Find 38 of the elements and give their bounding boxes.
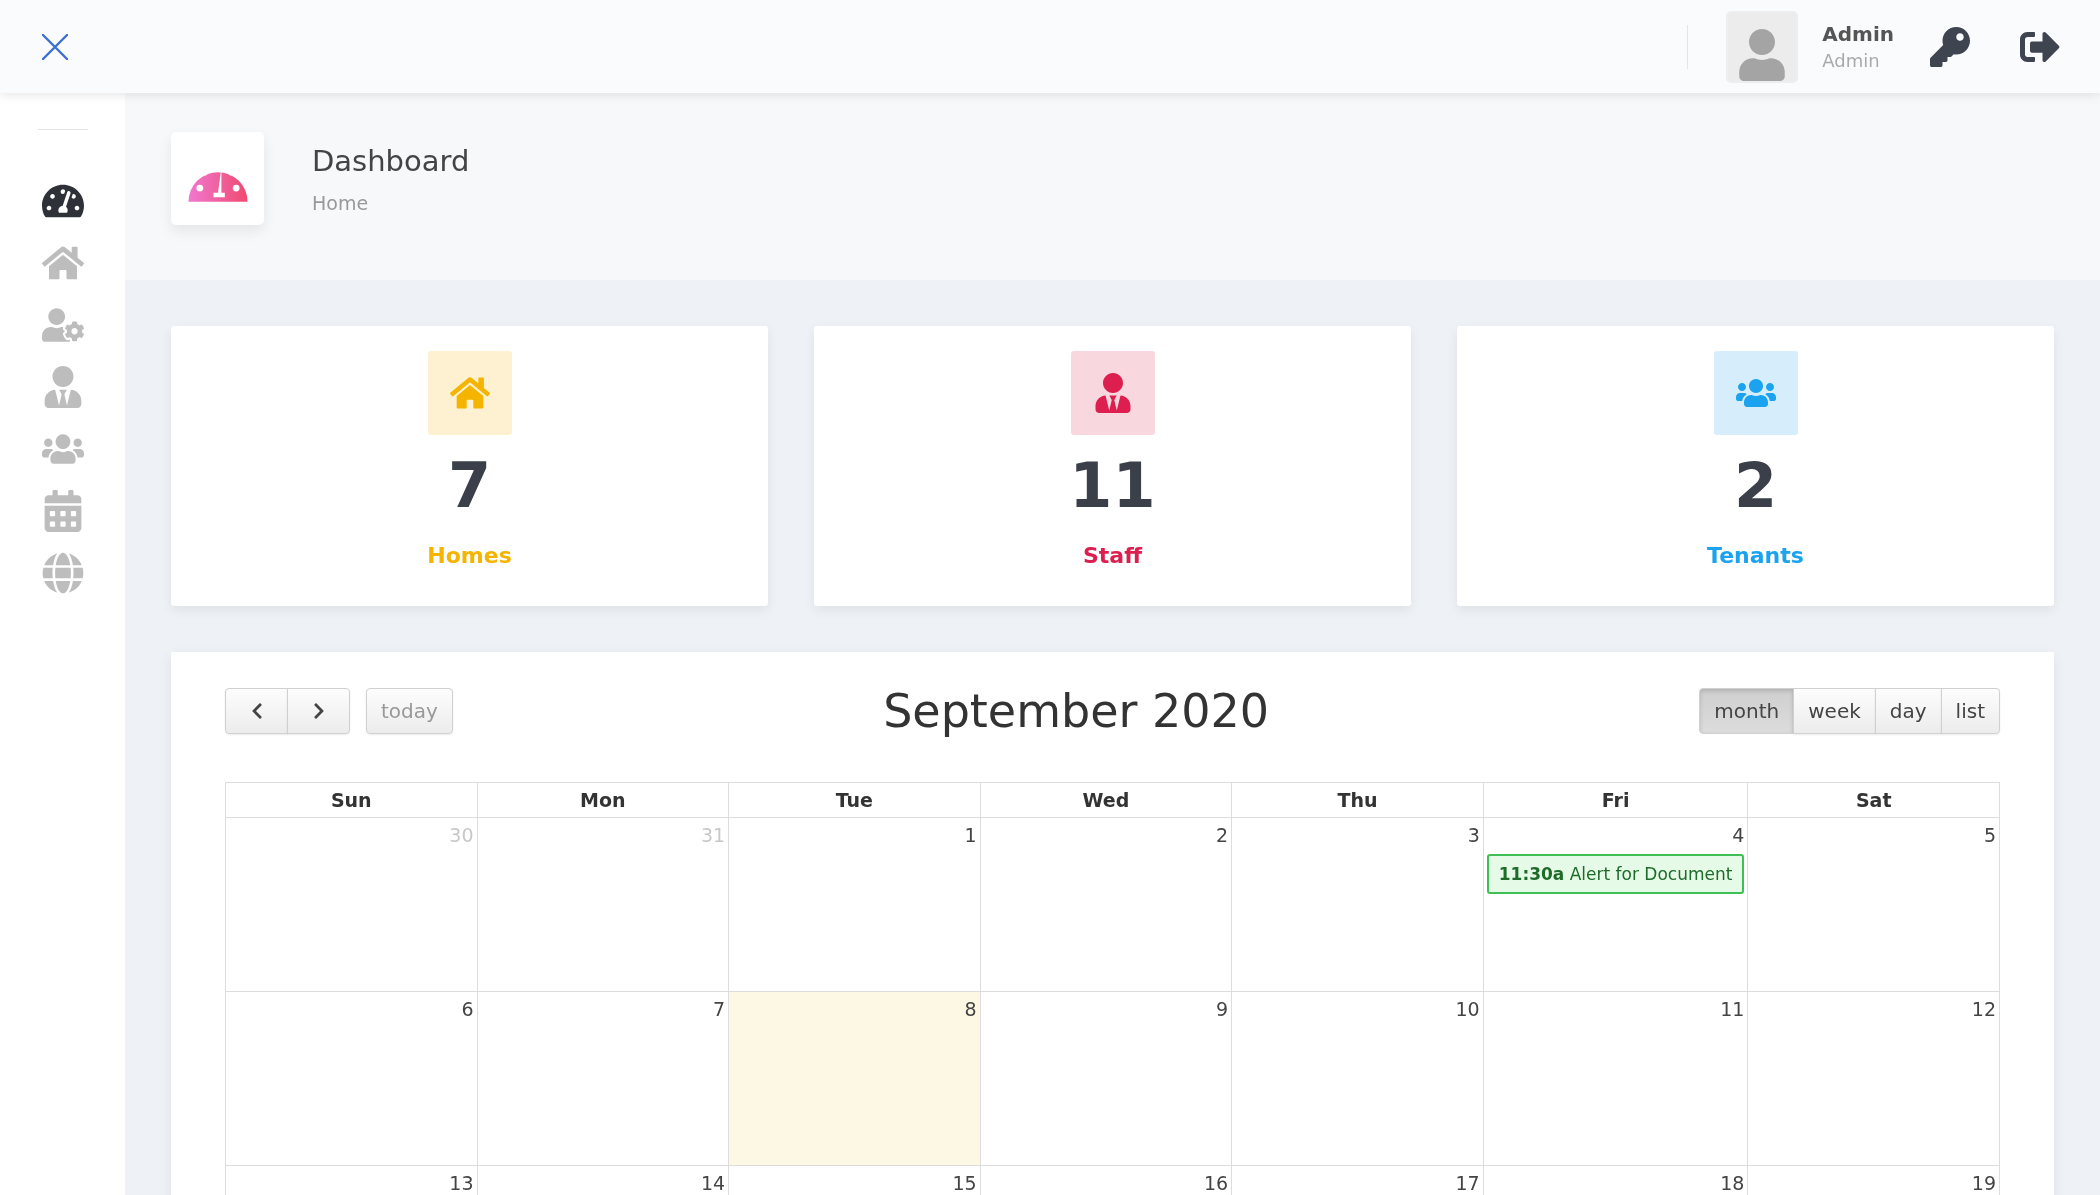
view-tab[interactable]: month bbox=[1699, 688, 1795, 734]
breadcrumb: Home bbox=[312, 191, 370, 214]
day-number: 5 bbox=[1983, 824, 1996, 846]
day-number: 16 bbox=[1204, 1172, 1229, 1194]
day-number: 15 bbox=[952, 1172, 977, 1194]
day-number: 9 bbox=[1216, 998, 1229, 1020]
key-button[interactable] bbox=[1930, 26, 1970, 67]
day-number: 13 bbox=[449, 1172, 474, 1194]
day-number: 18 bbox=[1720, 1172, 1745, 1194]
day-number: 14 bbox=[700, 1172, 726, 1194]
day-number: 19 bbox=[1971, 1172, 1996, 1194]
day-number: 17 bbox=[1455, 1172, 1480, 1194]
day-number: 7 bbox=[713, 998, 726, 1020]
dashboard-icon bbox=[171, 132, 264, 225]
day-number: 3 bbox=[1467, 824, 1480, 846]
stat-label: Staff bbox=[1083, 543, 1142, 568]
view-tab[interactable]: week bbox=[1793, 688, 1876, 734]
stat-label: Homes bbox=[427, 543, 512, 568]
day-number: 4 bbox=[1732, 824, 1745, 846]
stat-value: 11 bbox=[1069, 455, 1156, 517]
view-tab[interactable]: list bbox=[1940, 688, 2000, 734]
day-number: 2 bbox=[1216, 824, 1229, 846]
page-title: Dashboard bbox=[312, 143, 470, 178]
user-role: Admin bbox=[1822, 50, 1881, 71]
user-name: Admin bbox=[1822, 22, 1894, 46]
view-tab[interactable]: day bbox=[1874, 688, 1942, 734]
day-number: 6 bbox=[461, 998, 474, 1020]
day-number: 8 bbox=[964, 998, 977, 1020]
day-number: 12 bbox=[1971, 998, 1996, 1020]
close-button[interactable] bbox=[42, 33, 68, 60]
stat-label: Tenants bbox=[1707, 543, 1804, 568]
day-number: 11 bbox=[1720, 998, 1745, 1020]
day-number: 10 bbox=[1455, 998, 1480, 1020]
stat-value: 7 bbox=[447, 455, 492, 517]
calendar-title: September 2020 bbox=[883, 684, 1270, 738]
calendar-event[interactable]: 11:30a Alert for Document bbox=[1486, 854, 1745, 894]
day-number: 1 bbox=[964, 824, 977, 846]
stat-value: 2 bbox=[1733, 455, 1778, 517]
